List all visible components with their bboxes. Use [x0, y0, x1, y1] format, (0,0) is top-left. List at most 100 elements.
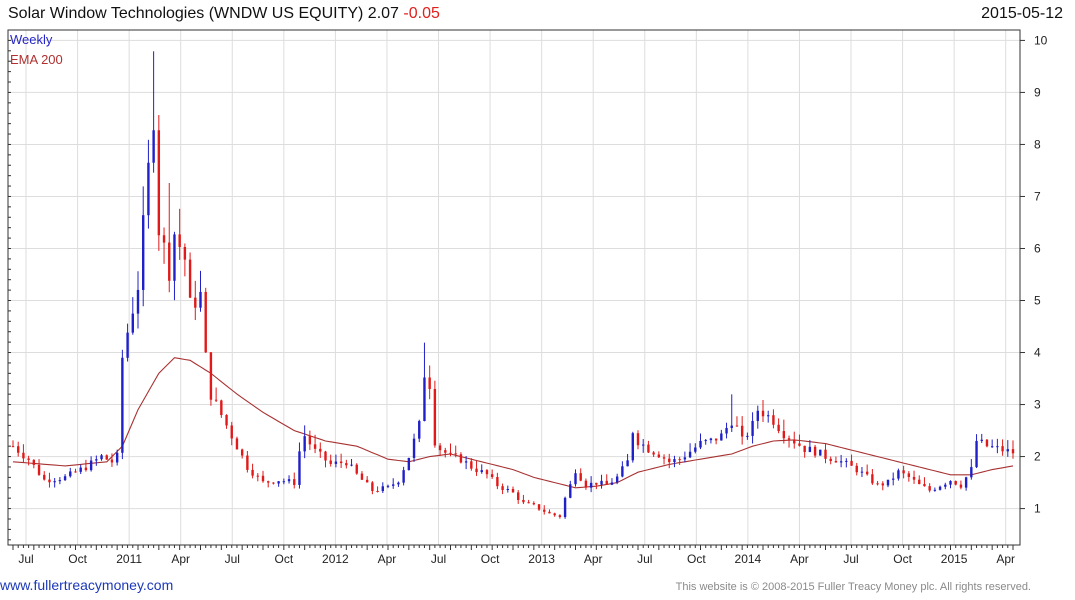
candle-body: [199, 291, 202, 308]
candle-body: [954, 481, 957, 485]
candle: [709, 437, 713, 444]
candle-body: [803, 445, 806, 453]
candle: [365, 476, 369, 483]
x-tick-label: Jul: [843, 552, 858, 566]
candle-body: [32, 459, 36, 465]
candle-body: [204, 291, 207, 353]
candle-body: [918, 479, 921, 485]
candle-body: [287, 479, 291, 482]
candle-body: [970, 467, 973, 478]
candle-body: [209, 352, 213, 400]
candle: [865, 464, 869, 476]
candle: [246, 451, 249, 473]
candle: [834, 456, 838, 463]
candle: [985, 438, 989, 448]
candle-body: [829, 458, 832, 461]
candle-body: [230, 425, 233, 439]
candle: [522, 494, 525, 505]
candle-body: [173, 234, 176, 281]
candle: [157, 115, 161, 251]
candle-body: [839, 461, 843, 463]
candle: [412, 433, 416, 462]
candle: [824, 444, 827, 464]
candle-body: [959, 484, 963, 488]
candle: [803, 445, 806, 458]
candle: [89, 456, 93, 472]
candle: [147, 139, 150, 229]
candle-body: [746, 435, 749, 437]
candle-body: [610, 482, 614, 485]
candle: [272, 482, 275, 485]
candle-body: [121, 357, 124, 453]
candle: [74, 468, 77, 473]
candle-body: [808, 446, 812, 453]
candle-body: [886, 479, 890, 486]
candle-body: [95, 459, 98, 461]
candle: [1011, 440, 1015, 459]
candle-body: [652, 452, 655, 455]
site-link[interactable]: www.fullertreacymoney.com: [0, 577, 173, 593]
candle-body: [142, 215, 145, 290]
candle-body: [985, 439, 989, 447]
candle: [813, 444, 817, 458]
candle-body: [657, 454, 661, 458]
candle-body: [501, 486, 504, 490]
candle: [350, 458, 353, 467]
candle-body: [355, 464, 358, 474]
candle: [287, 475, 291, 484]
candle: [43, 471, 46, 481]
candle: [845, 458, 848, 468]
candle-body: [642, 444, 645, 446]
candle-body: [694, 447, 697, 452]
candle-body: [522, 499, 525, 503]
candle: [990, 439, 994, 448]
candle: [277, 481, 280, 487]
candle-body: [475, 468, 478, 473]
candle-body: [444, 450, 447, 453]
candle: [892, 472, 895, 486]
candle: [225, 414, 228, 429]
candle-body: [850, 460, 853, 466]
candle-body: [647, 444, 650, 453]
candle: [423, 342, 426, 422]
candle-body: [272, 482, 275, 484]
x-tick-label: Apr: [171, 552, 190, 566]
candle-body: [819, 449, 822, 456]
candle: [720, 429, 723, 441]
candle: [631, 431, 634, 463]
candle-body: [392, 484, 395, 486]
candle-body: [688, 451, 692, 458]
candle: [152, 51, 155, 173]
candle-body: [319, 448, 322, 452]
y-tick-label: 5: [1034, 294, 1041, 308]
candle-body: [668, 458, 671, 463]
candle: [293, 472, 296, 489]
candle-body: [188, 259, 192, 298]
candle: [136, 271, 140, 329]
candle-body: [782, 431, 786, 439]
candle: [563, 496, 567, 519]
x-tick-label: Jul: [637, 552, 652, 566]
chart-title: Solar Window Technologies (WNDW US EQUIT…: [8, 5, 440, 23]
candle: [923, 477, 926, 487]
candle-body: [902, 470, 905, 474]
candle: [819, 449, 822, 456]
candle-body: [267, 481, 270, 483]
candle: [907, 471, 911, 482]
candle-body: [324, 451, 327, 461]
candle: [261, 470, 265, 483]
candle: [548, 509, 551, 514]
title-text: Solar Window Technologies (WNDW US EQUIT…: [8, 5, 399, 22]
candle-body: [563, 497, 567, 518]
candle-body: [168, 242, 171, 281]
chart-axes: [7, 29, 1021, 546]
candle: [324, 450, 327, 468]
candle-body: [876, 483, 879, 485]
candle: [944, 482, 947, 490]
candle-body: [407, 457, 411, 471]
candle: [402, 466, 405, 486]
candle-body: [433, 389, 437, 446]
candle: [433, 380, 437, 448]
candle: [610, 478, 614, 486]
x-tick-label: 2015: [941, 552, 968, 566]
